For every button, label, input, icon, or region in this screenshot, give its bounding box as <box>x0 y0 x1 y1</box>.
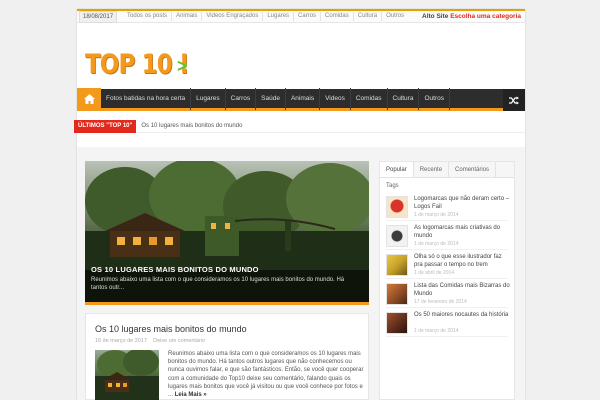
top-links: Todos os posts Animais Videos Engraçados… <box>123 12 408 21</box>
site-logo[interactable]: TOP 10 ! <box>85 49 189 80</box>
tab-popular[interactable]: Popular <box>380 162 414 177</box>
sidebar-widget: Popular Recente Comentários Tags Logomar… <box>379 161 515 400</box>
list-item[interactable]: Os 50 maiores nocautes da história 1 de … <box>386 308 508 337</box>
post-card: Os 10 lugares mais bonitos do mundo 16 d… <box>85 313 369 400</box>
list-item[interactable]: Logomarcas que não deram certo – Logos F… <box>386 192 509 221</box>
nav-item-animals[interactable]: Animais <box>286 87 321 110</box>
top-link-places[interactable]: Lugares <box>263 12 295 21</box>
breaking-news-link[interactable]: Os 10 lugares mais bonitos do mundo <box>141 123 242 129</box>
top-link-food[interactable]: Comidas <box>321 12 354 21</box>
header: TOP 10 ! > <box>77 23 525 97</box>
list-item-title[interactable]: Os 50 maiores nocautes da história <box>414 312 512 320</box>
list-item-date: 1 de abril de 2014 <box>414 270 455 276</box>
top-link-others[interactable]: Outros <box>382 12 408 21</box>
top-link-culture[interactable]: Cultura <box>354 12 383 21</box>
page-wrapper: 18/08/2017 Todos os posts Animais Videos… <box>74 9 525 400</box>
main-nav: Fotos batidas na hora certa Lugares Carr… <box>77 87 525 111</box>
list-item-title[interactable]: Lista das Comidas mais Bizarras do Mundo <box>414 283 512 298</box>
list-item-thumbnail[interactable] <box>386 196 408 218</box>
list-item-date: 1 de março de 2014 <box>414 241 459 247</box>
sidebar-tabs: Popular Recente Comentários <box>380 162 514 178</box>
list-item[interactable]: Olha só o que esse ilustrador faz pra pa… <box>386 250 508 279</box>
post-thumbnail[interactable] <box>95 350 159 400</box>
post-image <box>95 350 159 400</box>
read-more-link[interactable]: Leia Mais » <box>175 392 207 398</box>
category-dropdown[interactable]: Escolha uma categoria <box>450 13 521 20</box>
list-item-date: 1 de março de 2014 <box>414 212 459 218</box>
post-excerpt: Reunimos abaixo uma lista com o que cons… <box>168 350 364 399</box>
slider-description: Reunimos abaixo uma lista com o que cons… <box>91 277 345 291</box>
list-item[interactable]: Lista das Comidas mais Bizarras do Mundo… <box>386 279 510 308</box>
post-comments-link[interactable]: Deixe um comentário <box>153 338 205 344</box>
list-item-thumbnail[interactable] <box>386 254 408 276</box>
content-area: OS 10 LUGARES MAIS BONITOS DO MUNDO Reun… <box>77 147 525 400</box>
site-label: Alto Site <box>422 13 449 20</box>
random-post-button[interactable] <box>503 89 525 111</box>
home-button[interactable] <box>77 87 101 110</box>
list-item-title[interactable]: As logomarcas mais criativas do mundo <box>414 225 512 240</box>
top-link-all-posts[interactable]: Todos os posts <box>123 12 173 21</box>
post-meta: 16 de março de 2017 Deixe um comentário <box>95 338 205 344</box>
featured-slider[interactable]: OS 10 LUGARES MAIS BONITOS DO MUNDO Reun… <box>85 161 369 305</box>
list-item-date: 17 de fevereiro de 2014 <box>414 299 467 305</box>
tab-recent[interactable]: Recente <box>414 162 450 177</box>
tags-label[interactable]: Tags <box>380 178 514 192</box>
list-item-thumbnail[interactable] <box>386 312 408 334</box>
breaking-news-bar: ÚLTIMOS "TOP 10" Os 10 lugares mais boni… <box>74 119 525 133</box>
shuffle-icon <box>509 96 519 104</box>
top-bar: 18/08/2017 Todos os posts Animais Videos… <box>77 9 525 23</box>
list-item[interactable]: As logomarcas mais criativas do mundo 1 … <box>386 221 508 250</box>
post-title[interactable]: Os 10 lugares mais bonitos do mundo <box>95 324 247 334</box>
nav-item-photos[interactable]: Fotos batidas na hora certa <box>101 87 192 110</box>
nav-items: Fotos batidas na hora certa Lugares Carr… <box>101 87 450 110</box>
nav-item-videos[interactable]: Videos <box>320 87 351 110</box>
home-icon <box>83 93 95 104</box>
list-item-title[interactable]: Logomarcas que não deram certo – Logos F… <box>414 196 512 211</box>
logo-arrow-icon: > <box>177 56 188 76</box>
list-item-thumbnail[interactable] <box>386 283 408 305</box>
post-excerpt-text: Reunimos abaixo uma lista com o que cons… <box>168 351 364 399</box>
top-link-cars[interactable]: Carros <box>294 12 322 21</box>
tab-comments[interactable]: Comentários <box>449 162 497 177</box>
list-item-thumbnail[interactable] <box>386 225 408 247</box>
list-item-date: 1 de março de 2014 <box>414 328 459 334</box>
nav-item-health[interactable]: Saúde <box>256 87 286 110</box>
slider-title[interactable]: OS 10 LUGARES MAIS BONITOS DO MUNDO <box>91 265 259 274</box>
nav-item-others[interactable]: Outros <box>419 87 450 110</box>
top-link-animals[interactable]: Animais <box>172 12 203 21</box>
breaking-news-label: ÚLTIMOS "TOP 10" <box>74 119 137 133</box>
post-date: 16 de março de 2017 <box>95 338 147 344</box>
nav-item-cars[interactable]: Carros <box>226 87 257 110</box>
category-selector[interactable]: Alto Site Escolha uma categoria <box>422 13 521 20</box>
nav-item-places[interactable]: Lugares <box>191 87 226 110</box>
top-link-funny-videos[interactable]: Videos Engraçados <box>202 12 264 21</box>
nav-item-culture[interactable]: Cultura <box>388 87 420 110</box>
current-date: 18/08/2017 <box>79 10 118 23</box>
list-item-title[interactable]: Olha só o que esse ilustrador faz pra pa… <box>414 254 512 269</box>
nav-item-food[interactable]: Comidas <box>351 87 388 110</box>
